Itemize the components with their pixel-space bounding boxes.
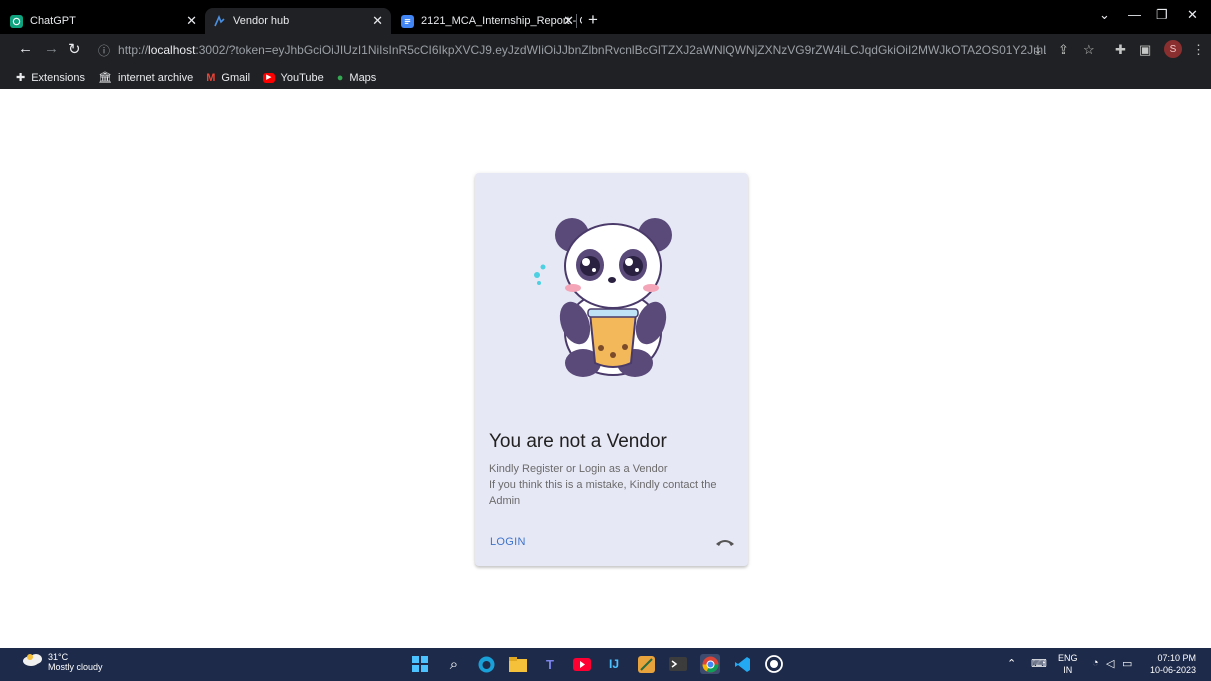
url-text[interactable]: http://localhost:3002/?token=eyJhbGciOiJ… — [118, 43, 1046, 57]
gmail-icon: M — [206, 71, 216, 84]
bookmark-label: Extensions — [31, 71, 86, 84]
install-app-icon[interactable]: ⤓ — [1035, 42, 1041, 58]
restore-button[interactable]: ❐ — [1156, 7, 1168, 23]
tab-vendor-hub[interactable]: Vendor hub ✕ — [205, 8, 391, 34]
tab-divider — [576, 14, 577, 28]
bookmark-maps[interactable]: ● Maps — [337, 72, 377, 84]
vendor-hub-favicon-icon — [213, 14, 226, 28]
clock-date: 10-06-2023 — [1150, 665, 1197, 675]
weather-widget[interactable]: 31°C Mostly cloudy — [22, 651, 103, 672]
windows-start-icon[interactable] — [410, 654, 430, 674]
bookmark-internet-archive[interactable]: 🏛 internet archive — [98, 71, 194, 85]
page-content: You are not a Vendor Kindly Register or … — [0, 89, 1211, 648]
new-tab-button[interactable]: + — [588, 10, 598, 30]
search-icon[interactable]: ⌕ — [444, 654, 464, 674]
tab-title: 2121_MCA_Internship_Report - G — [421, 15, 582, 27]
close-window-button[interactable]: ✕ — [1187, 7, 1198, 23]
minimize-button[interactable]: — — [1128, 7, 1141, 22]
close-icon[interactable]: ✕ — [372, 13, 383, 29]
wifi-icon[interactable]: ◔ — [1092, 657, 1099, 669]
file-explorer-icon[interactable] — [508, 654, 528, 674]
side-panel-icon[interactable]: ▣ — [1139, 42, 1151, 58]
youtube-icon: ▶ — [263, 72, 275, 83]
bookmark-youtube[interactable]: ▶ YouTube — [263, 72, 324, 84]
share-icon[interactable]: ⇪ — [1058, 42, 1069, 58]
snipping-tool-icon[interactable] — [636, 654, 656, 674]
browser-toolbar: ← → ↻ ⓘ http://localhost:3002/?token=eyJ… — [0, 34, 1211, 66]
edge-browser-icon[interactable] — [476, 654, 496, 674]
chrome-icon[interactable] — [700, 654, 720, 674]
bookmark-label: internet archive — [118, 71, 194, 84]
menu-kebab-icon[interactable]: ⋮ — [1192, 42, 1205, 58]
google-docs-favicon-icon — [401, 14, 414, 28]
card-title: You are not a Vendor — [489, 431, 667, 452]
whatsapp-icon[interactable] — [764, 654, 784, 674]
bookmark-label: Gmail — [221, 71, 251, 84]
panda-drinking-boba-illustration — [475, 173, 748, 418]
login-button[interactable]: LOGIN — [490, 536, 526, 548]
cloud-icon — [22, 651, 44, 672]
tab-chatgpt[interactable]: ChatGPT ✕ — [10, 8, 205, 34]
chatgpt-favicon-icon — [10, 14, 23, 28]
close-icon[interactable]: ✕ — [563, 13, 574, 29]
bookmarks-bar: ✚ Extensions 🏛 internet archive M Gmail … — [0, 66, 1211, 89]
close-icon[interactable]: ✕ — [186, 13, 197, 29]
forward-arrow-icon[interactable]: → — [44, 40, 59, 57]
bookmark-label: Maps — [349, 71, 377, 84]
bookmark-extensions[interactable]: ✚ Extensions — [16, 71, 86, 85]
info-icon[interactable]: ⓘ — [98, 42, 110, 59]
puzzle-icon: ✚ — [16, 72, 26, 84]
keyboard-icon[interactable]: ⌨ — [1031, 657, 1047, 670]
bookmark-label: YouTube — [280, 71, 324, 84]
bookmark-star-icon[interactable]: ☆ — [1083, 42, 1095, 58]
tab-search-icon[interactable]: ⌄ — [1099, 7, 1110, 23]
teams-icon[interactable]: T — [540, 654, 560, 674]
maps-icon: ● — [336, 71, 344, 84]
extensions-puzzle-icon[interactable]: ✚ — [1115, 42, 1126, 58]
temperature-text: 31°C — [48, 651, 69, 662]
reload-icon[interactable]: ↻ — [68, 40, 81, 58]
tab-title: ChatGPT — [30, 15, 76, 27]
phone-hangup-icon[interactable] — [714, 535, 736, 549]
terminal-icon[interactable] — [668, 654, 688, 674]
region-code: IN — [1063, 665, 1073, 675]
card-message-line: Kindly Register or Login as a Vendor — [489, 463, 668, 475]
windows-taskbar: 31°C Mostly cloudy ⌕ T IJ ⌃ ⌨ ENG IN ◔ ◁… — [0, 648, 1211, 681]
language-code: ENG — [1058, 653, 1078, 663]
intellij-icon[interactable]: IJ — [604, 654, 624, 674]
profile-avatar[interactable]: S — [1164, 40, 1182, 58]
volume-icon[interactable]: ◁ — [1106, 657, 1114, 670]
archive-icon: 🏛 — [98, 72, 112, 84]
input-language[interactable]: ENG IN — [1058, 652, 1078, 676]
bookmark-gmail[interactable]: M Gmail — [206, 72, 250, 84]
card-message: Kindly Register or Login as a Vendor If … — [489, 461, 739, 509]
vscode-icon[interactable] — [732, 654, 752, 674]
clock-time: 07:10 PM — [1157, 653, 1197, 663]
back-arrow-icon[interactable]: ← — [18, 40, 33, 57]
not-vendor-card: You are not a Vendor Kindly Register or … — [475, 173, 748, 566]
battery-icon[interactable]: ▭ — [1122, 657, 1132, 670]
tab-title: Vendor hub — [233, 15, 290, 27]
weather-condition-text: Mostly cloudy — [48, 661, 103, 672]
card-message-line: If you think this is a mistake, Kindly c… — [489, 479, 717, 507]
system-clock[interactable]: 07:10 PM 10-06-2023 — [1150, 652, 1196, 676]
chevron-up-icon[interactable]: ⌃ — [1007, 657, 1016, 670]
youtube-app-icon[interactable] — [572, 654, 592, 674]
tab-internship-report[interactable]: 2121_MCA_Internship_Report - G ✕ — [401, 8, 582, 34]
browser-tab-strip: ChatGPT ✕ Vendor hub ✕ 2121_MCA_Internsh… — [0, 0, 1211, 34]
address-bar[interactable]: ⓘ http://localhost:3002/?token=eyJhbGciO… — [92, 38, 1108, 62]
